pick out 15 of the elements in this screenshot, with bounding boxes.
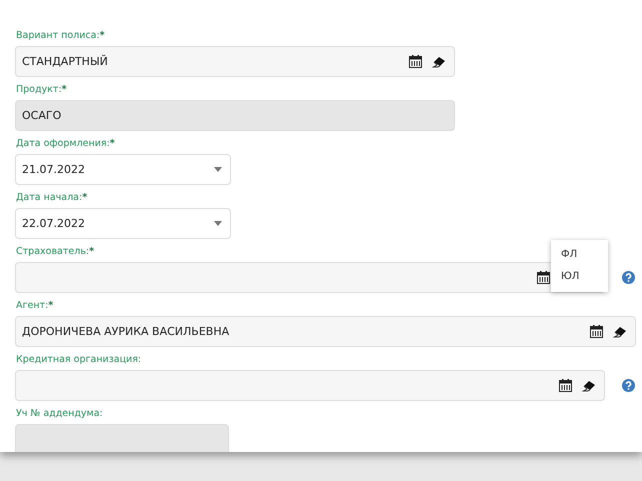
menu-item[interactable]: ЮЛ	[551, 266, 608, 288]
input-field[interactable]: СТАНДАРТНЫЙ	[15, 46, 455, 77]
input-field: ОСАГО	[15, 100, 455, 131]
field-label: Кредитная организация:	[15, 353, 142, 367]
date-dropdown[interactable]: 22.07.2022	[15, 208, 231, 239]
menu-item[interactable]: ФЛ	[551, 244, 608, 266]
field-label: Дата оформления:*	[15, 137, 115, 151]
input-field[interactable]: ДОРОНИЧЕВА АУРИКА ВАСИЛЬЕВНА	[15, 316, 636, 347]
field-label: Дата начала:*	[15, 191, 88, 205]
field-label: Вариант полиса:*	[15, 29, 105, 43]
field-label: Уч № аддендума:	[15, 407, 103, 421]
field-label: Страхователь:*	[15, 245, 94, 259]
field-label: Продукт:*	[15, 83, 67, 97]
date-dropdown[interactable]: 21.07.2022	[15, 154, 231, 185]
field-label: Агент:*	[15, 299, 54, 313]
